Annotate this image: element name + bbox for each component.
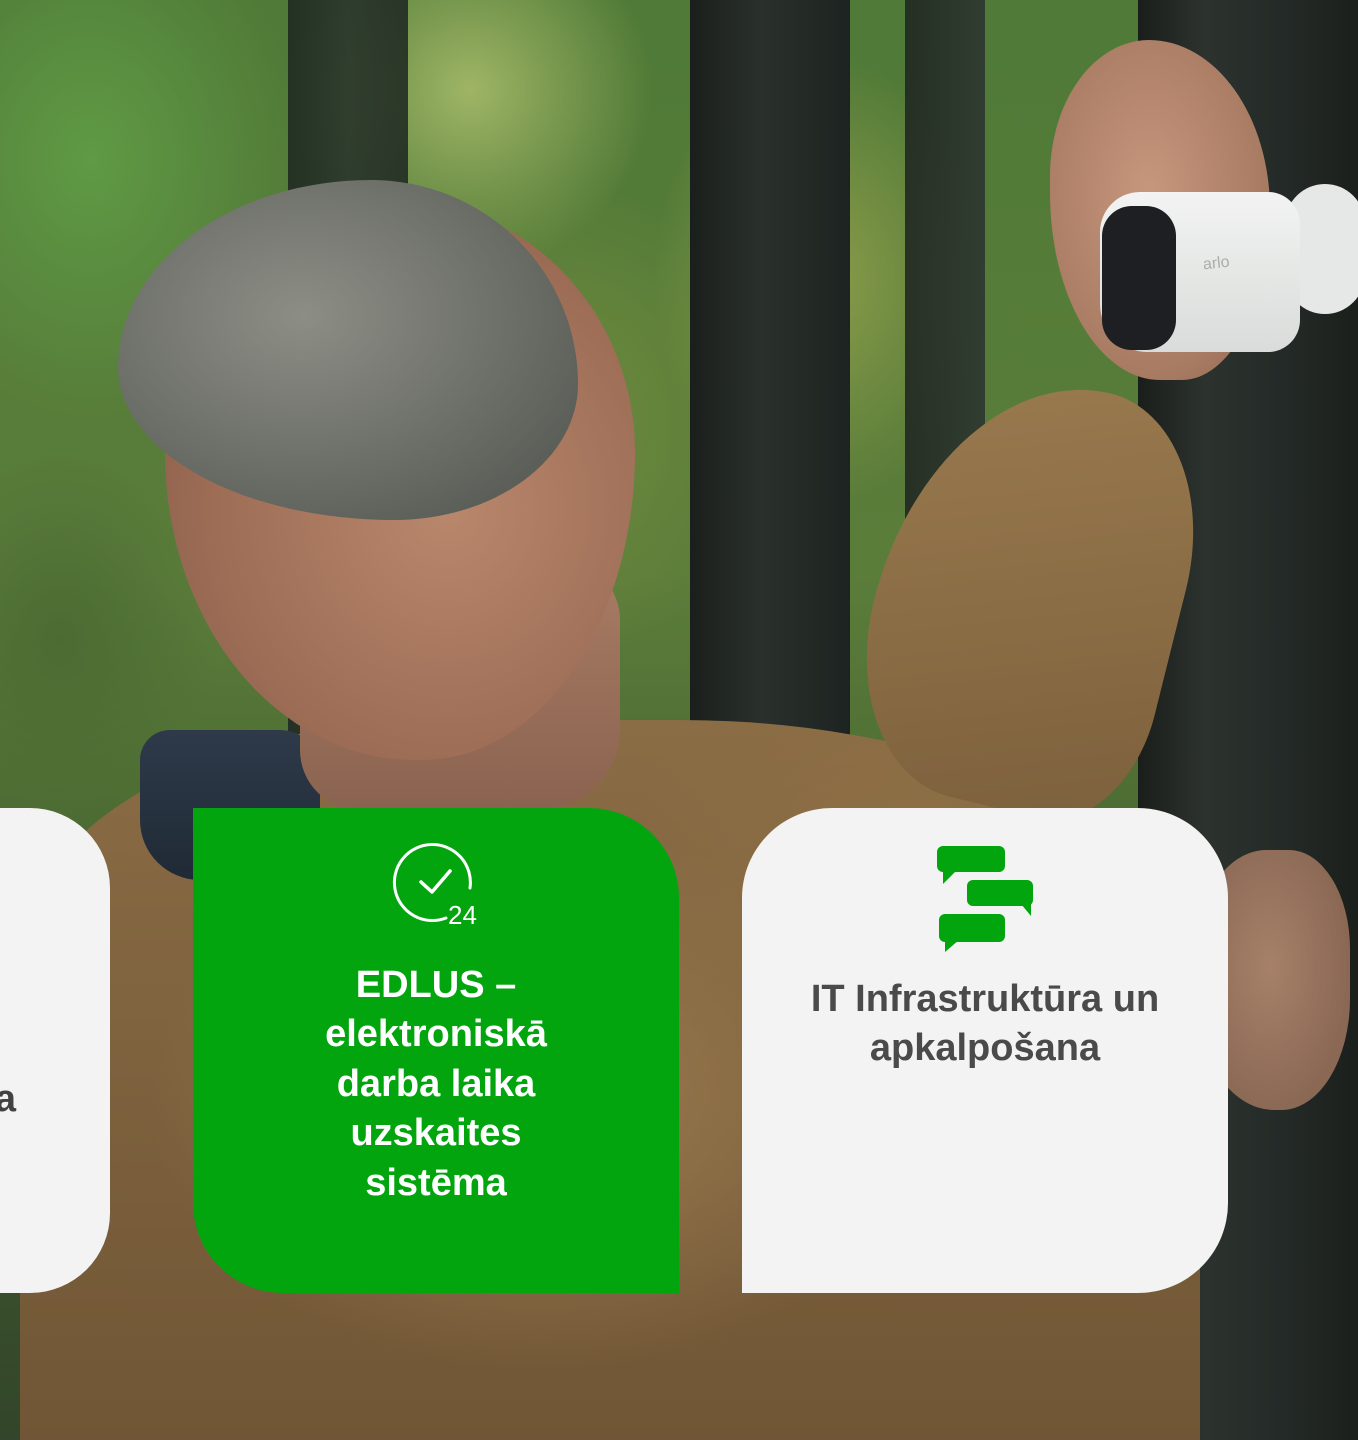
camera-lens [1102, 206, 1176, 350]
card-title-edlus: EDLUS – elektroniskā darba laika uzskait… [325, 964, 547, 1204]
chat-bubbles-icon [935, 844, 1035, 959]
card-title-it: IT Infrastruktūra un apkalpošana [810, 978, 1160, 1070]
clock-check-24-icon: 24 [390, 838, 482, 935]
icon-24-label: 24 [448, 900, 477, 930]
service-card-partial[interactable]: a [0, 808, 110, 1293]
service-card-it-infrastructure[interactable]: IT Infrastruktūra un apkalpošana [742, 808, 1228, 1293]
camera-brand-logo: arlo [1202, 253, 1231, 274]
service-card-edlus[interactable]: 24 EDLUS – elektroniskā darba laika uzsk… [193, 808, 679, 1293]
card-title-partial: a [0, 1078, 16, 1120]
